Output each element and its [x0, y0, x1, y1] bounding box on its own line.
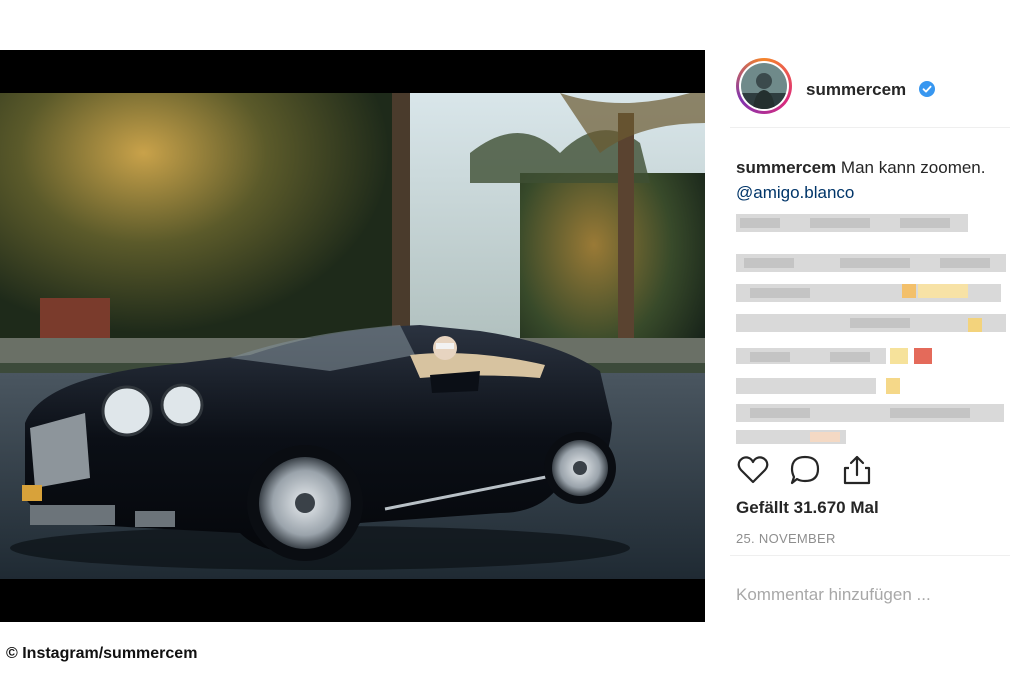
comment-icon[interactable] — [788, 453, 822, 487]
caption-mention-link[interactable]: @amigo.blanco — [736, 183, 854, 203]
caption-username[interactable]: summercem — [736, 158, 836, 177]
avatar[interactable] — [736, 58, 792, 114]
post-date: 25. NOVEMBER — [736, 531, 836, 546]
share-icon[interactable] — [840, 453, 874, 487]
blurred-comments — [730, 210, 1010, 450]
post-header: summercem — [730, 50, 1010, 128]
post-media[interactable] — [0, 50, 705, 622]
post-caption: summercem Man kann zoomen. — [736, 158, 1010, 178]
header-username[interactable]: summercem — [806, 80, 906, 100]
comment-input[interactable]: Kommentar hinzufügen ... — [736, 585, 931, 605]
post-sidebar: summercem summercem Man kann zoomen. @am… — [730, 50, 1010, 622]
caption-text: Man kann zoomen. — [840, 158, 986, 177]
verified-badge-icon — [919, 81, 935, 97]
like-count[interactable]: Gefällt 31.670 Mal — [736, 498, 879, 518]
avatar-photo — [741, 63, 787, 109]
heart-icon[interactable] — [736, 453, 770, 487]
photo-credit: © Instagram/summercem — [6, 645, 198, 662]
action-bar — [736, 453, 896, 489]
divider — [730, 555, 1010, 556]
post-photo[interactable] — [0, 93, 705, 579]
